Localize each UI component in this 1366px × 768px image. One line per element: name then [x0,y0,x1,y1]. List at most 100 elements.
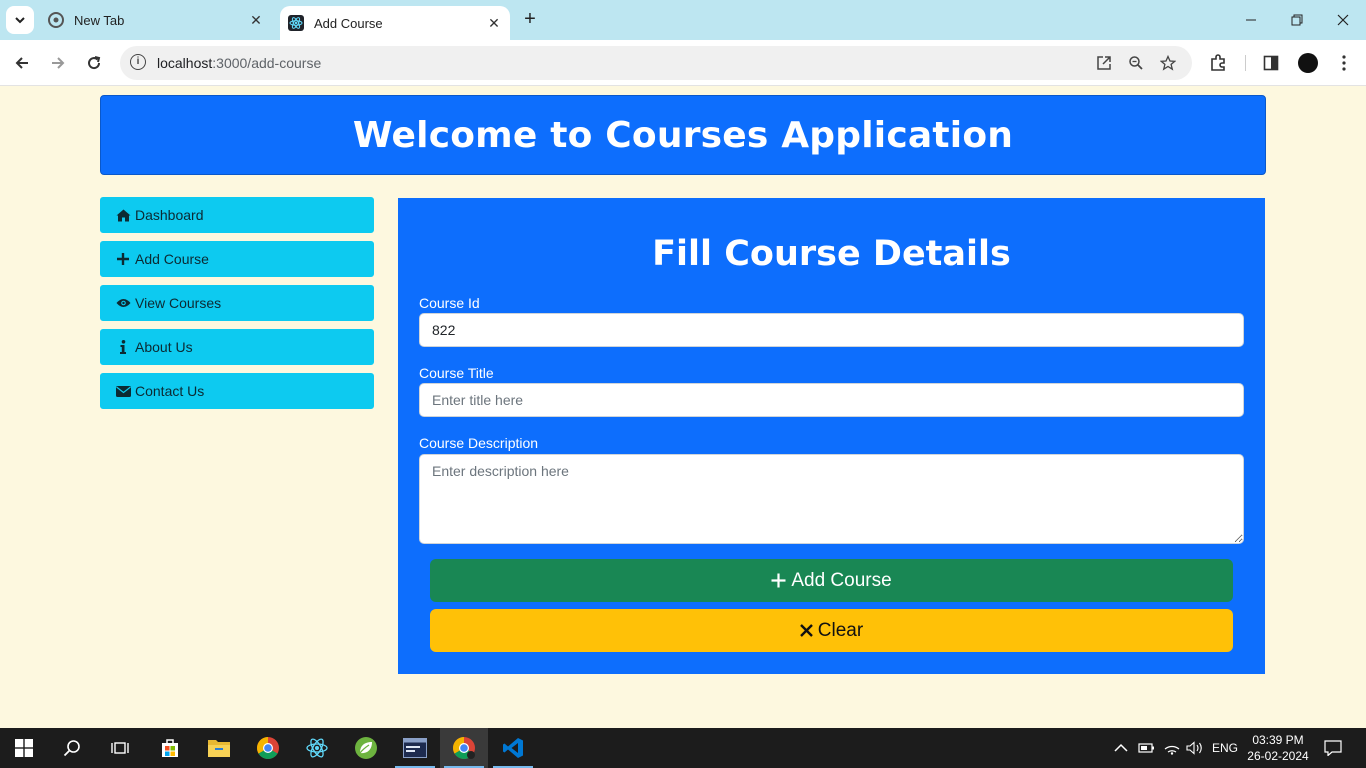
taskbar-react-app[interactable] [293,728,341,768]
zoom-icon[interactable] [1126,53,1146,73]
eye-icon [115,295,131,311]
mysql-terminal-icon [403,738,427,758]
react-icon [288,15,304,31]
chrome-icon [48,12,64,28]
side-panel-icon[interactable] [1260,52,1282,74]
show-hidden-icons-button[interactable] [1114,728,1128,768]
windows-icon [15,739,33,757]
sidebar-item-add-course[interactable]: Add Course [100,241,374,277]
windows-taskbar: ENG 03:39 PM 26-02-2024 [0,728,1366,768]
close-icon[interactable]: ✕ [482,15,506,32]
tab-title: Add Course [314,15,383,31]
reload-button[interactable] [80,49,108,77]
course-id-input[interactable] [419,313,1244,347]
toolbar-divider [1245,55,1246,71]
taskbar-mysql-app[interactable] [391,728,439,768]
browser-toolbar: i localhost:3000/add-course [0,40,1366,86]
task-view-icon [111,742,129,754]
sidebar-item-about-us[interactable]: About Us [100,329,374,365]
taskbar-chrome-app[interactable] [244,728,292,768]
open-in-app-icon[interactable] [1094,53,1114,73]
language-indicator[interactable]: ENG [1212,728,1238,768]
add-course-button[interactable]: Add Course [430,559,1233,602]
start-button[interactable] [0,728,48,768]
taskbar-vscode-app[interactable] [489,728,537,768]
address-bar[interactable]: i localhost:3000/add-course [120,46,1192,80]
chevron-up-icon [1114,743,1128,752]
course-title-input[interactable] [419,383,1244,417]
arrow-right-icon [52,57,65,69]
chrome-icon [453,737,475,759]
clock-time: 03:39 PM [1252,733,1304,747]
course-form-panel: Fill Course Details Course Id Course Tit… [398,198,1265,674]
task-view-button[interactable] [96,728,144,768]
restore-button[interactable] [1274,0,1320,40]
tab-add-course[interactable]: Add Course ✕ [280,6,510,40]
browser-tabstrip: New Tab ✕ Add Course ✕ + [0,0,1366,40]
close-icon[interactable]: ✕ [244,12,268,29]
minimize-icon [1246,19,1256,21]
plus-icon [115,251,131,267]
minimize-button[interactable] [1228,0,1274,40]
wifi-icon[interactable] [1164,728,1180,768]
close-icon [799,624,813,637]
clear-button[interactable]: Clear [430,609,1233,652]
course-id-label: Course Id [419,295,480,311]
add-course-button-label: Add Course [791,569,892,591]
notification-icon [1324,740,1342,756]
course-description-textarea[interactable] [419,454,1244,544]
spring-leaf-icon [355,737,377,759]
folder-icon [208,740,230,757]
taskbar-spring-app[interactable] [342,728,390,768]
bookmark-star-icon[interactable] [1158,53,1178,73]
sidebar-item-label: Dashboard [135,207,204,223]
tab-search-button[interactable] [6,6,34,34]
form-title: Fill Course Details [652,234,1011,274]
course-description-label: Course Description [419,435,539,451]
vscode-icon [503,738,523,758]
sidebar-item-dashboard[interactable]: Dashboard [100,197,374,233]
more-menu-icon[interactable] [1333,52,1355,74]
home-icon [115,207,131,223]
close-window-button[interactable] [1320,0,1366,40]
search-icon [63,740,80,757]
sidebar-item-contact-us[interactable]: Contact Us [100,373,374,409]
sidebar-item-label: Contact Us [135,383,205,399]
sidebar-item-label: View Courses [135,295,222,311]
url-text: localhost:3000/add-course [157,55,322,71]
profile-avatar[interactable] [1298,53,1318,73]
app-header: Welcome to Courses Application [100,95,1266,175]
taskbar-search-button[interactable] [48,728,96,768]
volume-icon[interactable] [1186,728,1204,768]
info-icon [115,339,131,355]
sidebar-item-view-courses[interactable]: View Courses [100,285,374,321]
plus-icon [771,573,786,588]
chevron-down-icon [15,17,25,24]
clock-date: 26-02-2024 [1247,749,1309,763]
course-title-label: Course Title [419,365,494,381]
back-button[interactable] [8,49,36,77]
envelope-icon [115,383,131,399]
tab-new-tab[interactable]: New Tab ✕ [40,0,272,40]
restore-icon [1291,14,1303,26]
clear-button-label: Clear [817,619,864,641]
taskbar-file-explorer-app[interactable] [195,728,243,768]
sidebar-item-label: Add Course [135,251,209,267]
extensions-icon[interactable] [1207,52,1229,74]
system-clock[interactable]: 03:39 PM 26-02-2024 [1240,732,1316,764]
notifications-button[interactable] [1324,728,1342,768]
page-title: Welcome to Courses Application [352,114,1014,156]
site-info-icon[interactable]: i [130,54,146,70]
battery-icon[interactable] [1138,728,1156,768]
react-icon [306,738,328,758]
chrome-icon [257,737,279,759]
taskbar-store-app[interactable] [146,728,194,768]
reload-icon [88,56,101,70]
new-tab-button[interactable]: + [518,8,542,32]
forward-button[interactable] [44,49,72,77]
sidebar-menu: Dashboard Add Course View Courses About … [100,197,374,417]
arrow-left-icon [15,57,28,69]
tab-title: New Tab [74,12,125,28]
store-icon [162,739,178,757]
taskbar-chrome-active-app[interactable] [440,728,488,768]
